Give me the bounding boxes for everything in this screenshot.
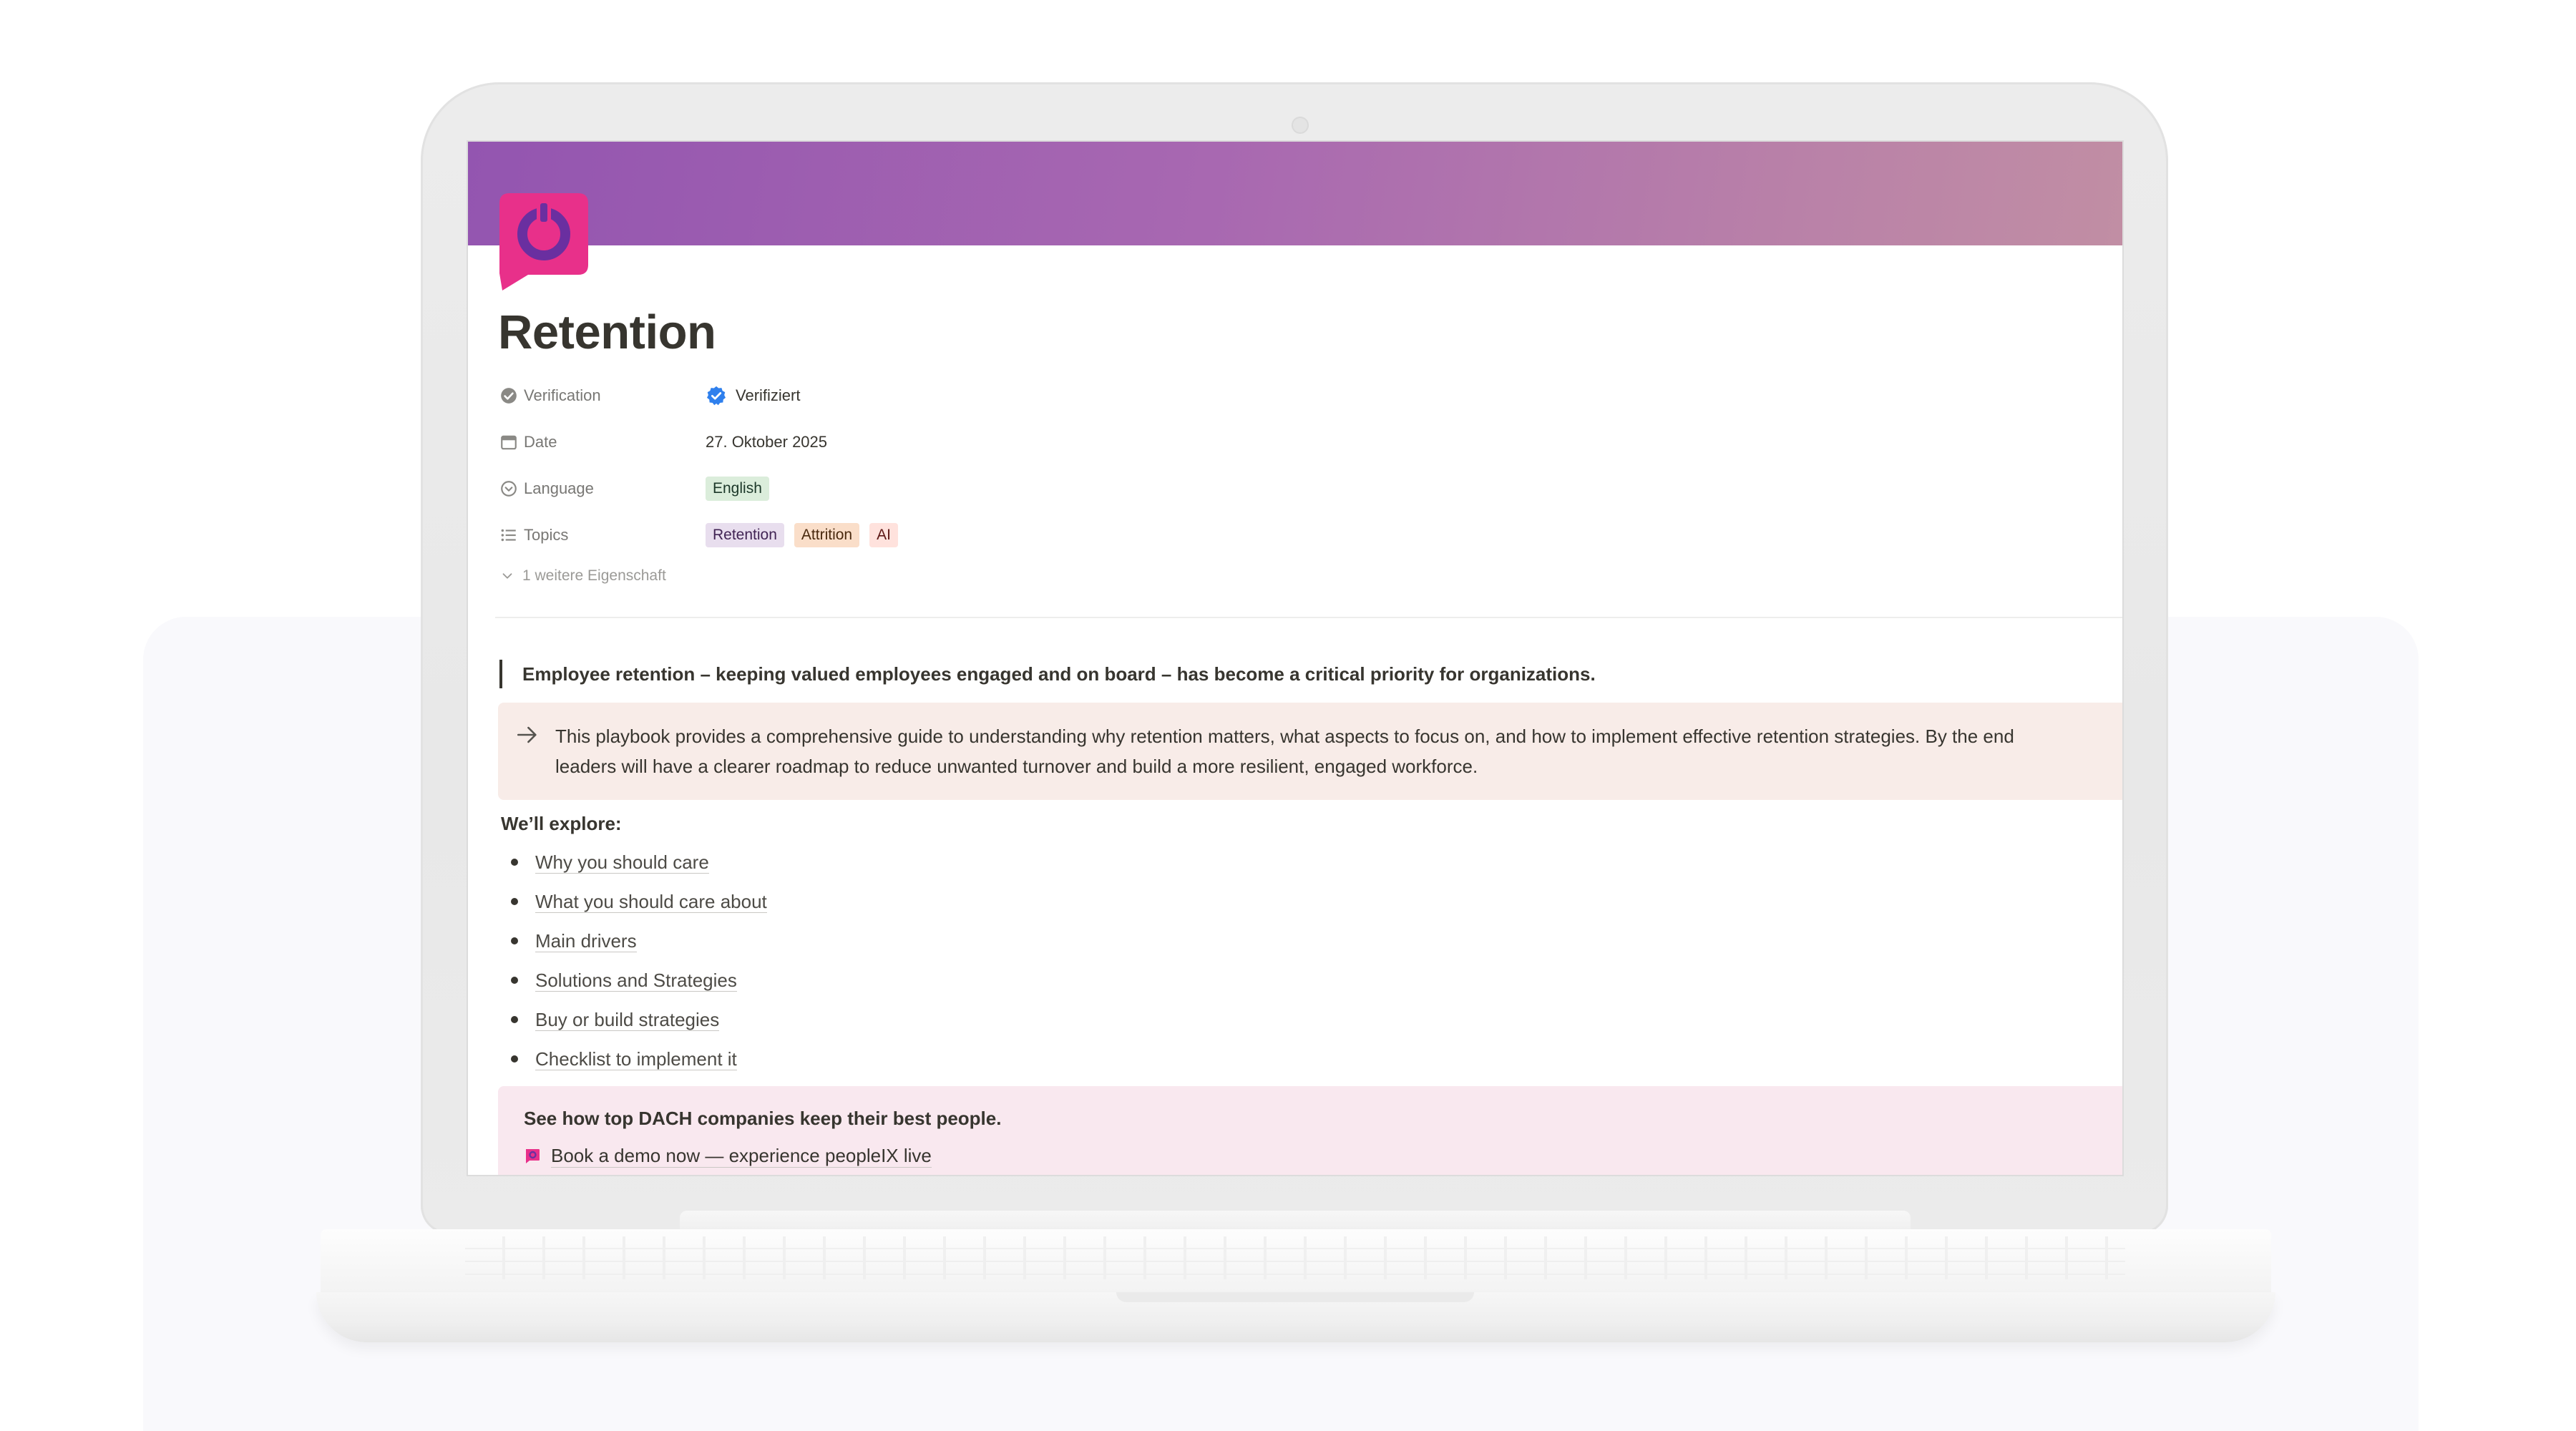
property-topics[interactable]: Topics Retention Attrition AI [499, 512, 1358, 558]
property-label-language: Language [499, 479, 706, 498]
tag-retention[interactable]: Retention [706, 522, 784, 547]
quote-block[interactable]: Employee retention – keeping valued empl… [499, 660, 1596, 688]
laptop-keyboard [465, 1236, 2125, 1279]
list-item-link[interactable]: What you should care about [535, 891, 767, 913]
list-item-link[interactable]: Buy or build strategies [535, 1009, 720, 1031]
explore-heading: We’ll explore: [501, 813, 622, 834]
bullet-dot [511, 1055, 518, 1063]
callout-block[interactable]: This playbook provides a comprehensive g… [498, 703, 2122, 800]
cta-title: See how top DACH companies keep their be… [524, 1108, 1002, 1129]
tag-ai[interactable]: AI [869, 522, 898, 547]
tag-attrition[interactable]: Attrition [794, 522, 860, 547]
select-circle-icon [501, 480, 517, 497]
callout-text: This playbook provides a comprehensive g… [555, 721, 2122, 781]
peoplex-mini-logo-icon [526, 1149, 540, 1163]
bullet-dot [511, 859, 518, 866]
laptop-notch [1116, 1292, 1474, 1302]
verification-status: Verifiziert [736, 386, 801, 404]
property-date[interactable]: Date 27. Oktober 2025 [499, 419, 1358, 465]
label-text: Topics [524, 525, 569, 544]
list-item-link[interactable]: Checklist to implement it [535, 1048, 737, 1070]
verified-badge-icon [501, 387, 517, 404]
property-label-topics: Topics [499, 526, 706, 544]
list-item[interactable]: What you should care about [501, 888, 767, 927]
explore-list: Why you should care What you should care… [501, 849, 767, 1085]
divider [495, 617, 2122, 618]
label-text: Language [524, 479, 594, 497]
calendar-icon [501, 435, 517, 449]
property-value-language[interactable]: English [706, 476, 779, 501]
book-demo-link[interactable]: Book a demo now — experience peopleIX li… [524, 1145, 932, 1168]
list-item-link[interactable]: Solutions and Strategies [535, 970, 737, 992]
properties-panel: Verification Verifiziert Date 27. Oktobe… [499, 372, 1358, 594]
list-icon [501, 529, 516, 541]
property-label-verification: Verification [499, 386, 706, 405]
bullet-dot [511, 898, 518, 905]
list-item[interactable]: Main drivers [501, 927, 767, 967]
more-properties-toggle[interactable]: 1 weitere Eigenschaft [499, 558, 1358, 594]
cover-banner [468, 142, 2122, 245]
stage: Retention Verification Verifiziert Date … [0, 0, 2576, 1431]
label-text: Date [524, 432, 557, 451]
label-text: Verification [524, 386, 601, 404]
callout-line-2: leaders will have a clearer roadmap to r… [555, 756, 1478, 777]
list-item-link[interactable]: Main drivers [535, 930, 637, 952]
property-verification[interactable]: Verification Verifiziert [499, 372, 1358, 419]
notion-page-screen: Retention Verification Verifiziert Date … [468, 142, 2122, 1175]
list-item[interactable]: Buy or build strategies [501, 1006, 767, 1045]
cta-callout[interactable]: See how top DACH companies keep their be… [498, 1086, 2122, 1175]
property-label-date: Date [499, 433, 706, 451]
tag-english[interactable]: English [706, 476, 769, 501]
more-properties-label: 1 weitere Eigenschaft [522, 567, 666, 584]
callout-line-1: This playbook provides a comprehensive g… [555, 726, 2014, 747]
bullet-dot [511, 1016, 518, 1023]
property-value-date[interactable]: 27. Oktober 2025 [706, 433, 827, 451]
list-item[interactable]: Solutions and Strategies [501, 967, 767, 1006]
property-language[interactable]: Language English [499, 465, 1358, 512]
bullet-dot [511, 937, 518, 944]
list-item-link[interactable]: Why you should care [535, 851, 709, 874]
page-title[interactable]: Retention [498, 305, 716, 360]
arrow-right-icon [517, 726, 537, 743]
chevron-down-icon [502, 573, 512, 579]
book-demo-text[interactable]: Book a demo now — experience peopleIX li… [551, 1145, 932, 1168]
date-value: 27. Oktober 2025 [706, 432, 828, 451]
list-item[interactable]: Why you should care [501, 849, 767, 888]
list-item[interactable]: Checklist to implement it [501, 1045, 767, 1085]
peoplex-logo-icon[interactable] [499, 193, 588, 290]
verified-check-icon [707, 386, 726, 405]
bullet-dot [511, 977, 518, 984]
camera-icon [1292, 117, 1309, 134]
property-value-verification[interactable]: Verifiziert [706, 385, 800, 406]
property-value-topics[interactable]: Retention Attrition AI [706, 522, 908, 547]
